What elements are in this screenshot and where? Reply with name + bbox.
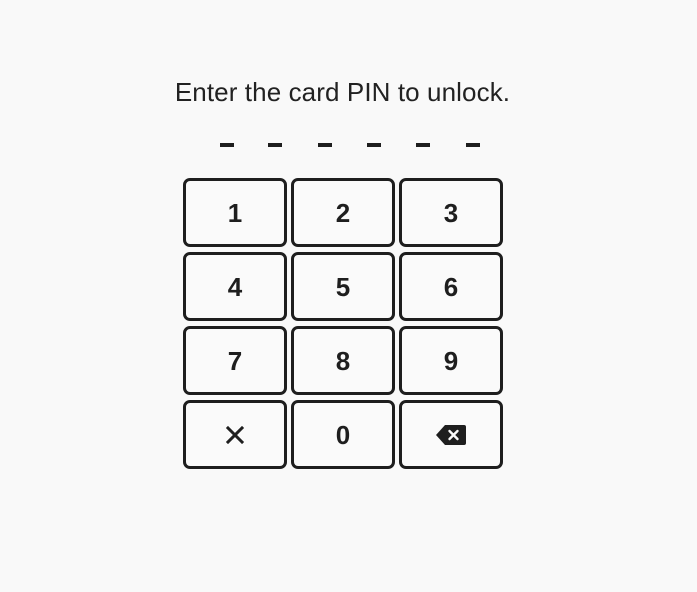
key-8[interactable]: 8 <box>291 326 395 395</box>
key-label: 8 <box>335 345 351 376</box>
key-label: 2 <box>335 197 351 228</box>
key-label: 7 <box>227 345 243 376</box>
key-5[interactable]: 5 <box>291 252 395 321</box>
pin-slot <box>367 143 381 147</box>
backspace-button[interactable] <box>399 400 503 469</box>
key-9[interactable]: 9 <box>399 326 503 395</box>
key-3[interactable]: 3 <box>399 178 503 247</box>
pin-keypad: 1 2 3 4 5 6 7 8 9 0 <box>183 178 503 470</box>
pin-slot <box>220 143 234 147</box>
pin-prompt: Enter the card PIN to unlock. <box>174 77 511 107</box>
pin-entry-display <box>194 135 492 155</box>
key-label: 4 <box>227 271 243 302</box>
key-4[interactable]: 4 <box>183 252 287 321</box>
backspace-icon <box>435 424 467 446</box>
key-0[interactable]: 0 <box>291 400 395 469</box>
pin-slot <box>416 143 430 147</box>
pin-slot <box>318 143 332 147</box>
pin-slot <box>466 143 480 147</box>
key-label: 1 <box>227 197 243 228</box>
key-2[interactable]: 2 <box>291 178 395 247</box>
key-label: 3 <box>443 197 459 228</box>
key-label: 0 <box>335 419 351 450</box>
key-1[interactable]: 1 <box>183 178 287 247</box>
clear-button[interactable] <box>183 400 287 469</box>
key-7[interactable]: 7 <box>183 326 287 395</box>
key-label: 5 <box>335 271 351 302</box>
close-icon <box>226 425 244 444</box>
key-label: 9 <box>443 345 459 376</box>
key-6[interactable]: 6 <box>399 252 503 321</box>
key-label: 6 <box>443 271 459 302</box>
pin-slot <box>268 143 282 147</box>
